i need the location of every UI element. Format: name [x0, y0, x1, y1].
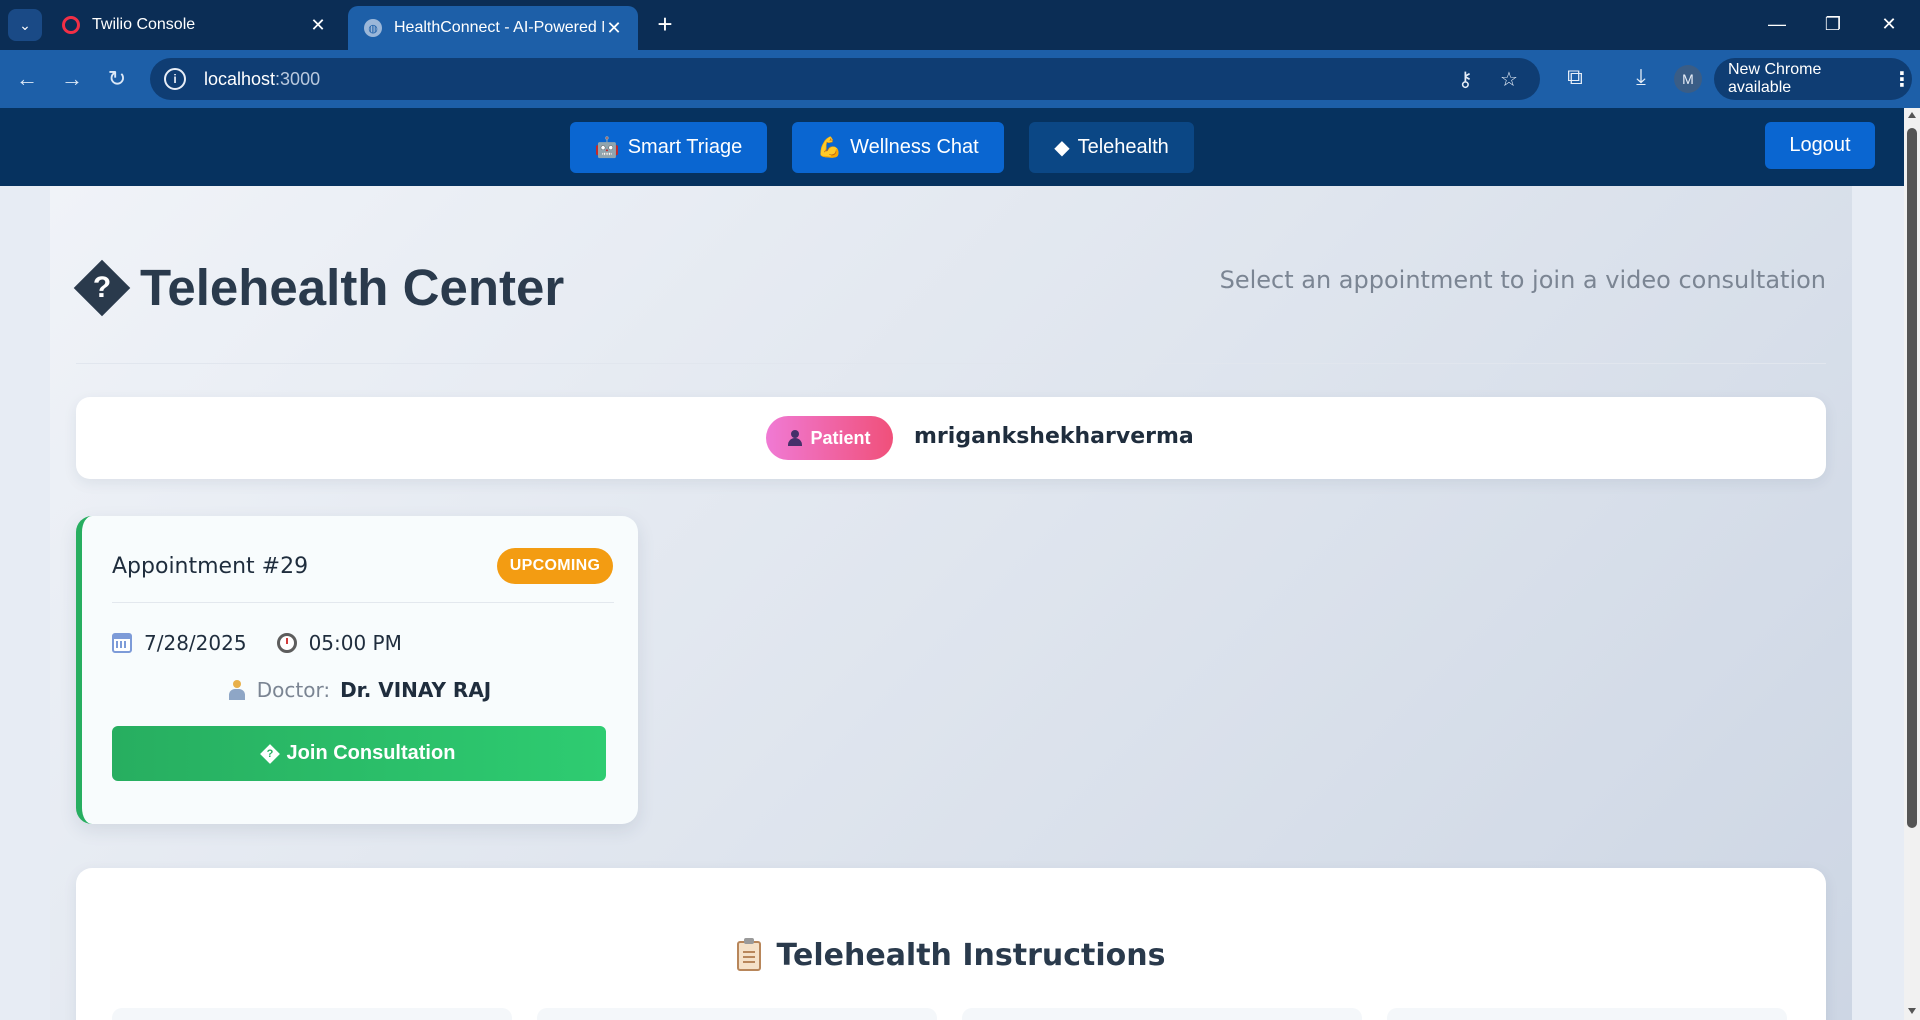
doctor-label: Doctor: — [256, 678, 331, 702]
clock-icon — [276, 633, 297, 653]
username: mrigankshekharverma — [914, 424, 1194, 449]
browser-tab-healthconnect[interactable]: ◍ HealthConnect - AI-Powered Medical ✕ — [348, 6, 638, 50]
unknown-glyph-icon: ◆ — [1054, 137, 1070, 159]
minimize-window-button[interactable]: — — [1754, 8, 1800, 40]
update-label: New Chrome available — [1728, 61, 1822, 96]
appointment-title: Appointment #29 — [112, 554, 309, 579]
appointment-card: Appointment #29 UPCOMING 7/28/2025 05:00… — [76, 516, 638, 824]
clipboard-icon — [736, 937, 761, 971]
bookmark-star-icon[interactable]: ☆ — [1500, 67, 1518, 92]
browser-toolbar: ← → ↻ i localhost:3000 ⚷ ☆ ⧉ ⤓ M New Chr… — [0, 50, 1920, 108]
appointment-date: 7/28/2025 — [144, 631, 247, 655]
nav-label: Telehealth — [1077, 136, 1169, 158]
page-title-text: Telehealth Center — [140, 259, 565, 316]
join-consultation-button[interactable]: ? Join Consultation — [112, 726, 606, 781]
role-label: Patient — [810, 427, 871, 448]
more-menu-icon: ⋮ — [1892, 68, 1912, 91]
profile-avatar[interactable]: M — [1674, 65, 1702, 93]
nav-smart-triage[interactable]: 🤖 Smart Triage — [570, 122, 767, 173]
join-label: Join Consultation — [286, 742, 456, 764]
flexed-biceps-icon: 💪 — [817, 137, 843, 159]
nav-label: Smart Triage — [627, 136, 743, 158]
app-navbar: 🤖 Smart Triage 💪 Wellness Chat ◆ Telehea… — [0, 108, 1904, 186]
robot-icon: 🤖 — [594, 137, 620, 159]
twilio-favicon-icon — [62, 16, 80, 34]
unknown-glyph-icon: ? — [73, 259, 131, 316]
telehealth-content: ? Telehealth Center Select an appointmen… — [50, 186, 1852, 1020]
page-title: ? Telehealth Center — [73, 258, 565, 317]
role-badge: Patient — [766, 416, 893, 460]
calendar-icon — [112, 633, 132, 653]
tab-close-icon[interactable]: ✕ — [604, 18, 624, 39]
site-info-icon[interactable]: i — [164, 68, 186, 90]
back-button[interactable]: ← — [12, 64, 42, 94]
tab-close-icon[interactable]: ✕ — [308, 15, 328, 36]
new-tab-button[interactable]: + — [650, 10, 680, 40]
page-header: ? Telehealth Center Select an appointmen… — [73, 258, 1826, 364]
instructions-title-text: Telehealth Instructions — [776, 938, 1166, 973]
person-icon — [788, 430, 803, 446]
downloads-icon[interactable]: ⤓ — [1626, 64, 1656, 90]
nav-wellness-chat[interactable]: 💪 Wellness Chat — [792, 122, 1004, 173]
instruction-tile — [962, 1008, 1362, 1020]
restore-window-button[interactable]: ❐ — [1810, 8, 1856, 40]
user-info-card: Patient mrigankshekharverma — [76, 397, 1826, 479]
scroll-up-arrow-icon[interactable] — [1908, 112, 1916, 118]
reload-button[interactable]: ↻ — [102, 64, 132, 94]
divider — [112, 602, 614, 603]
appointment-datetime: 7/28/2025 05:00 PM — [112, 631, 402, 655]
browser-tabstrip: ⌄ Twilio Console ✕ ◍ HealthConnect - AI-… — [0, 0, 1920, 50]
page-subtitle: Select an appointment to join a video co… — [1219, 266, 1826, 294]
instructions-title: Telehealth Instructions — [76, 937, 1826, 973]
scrollbar-thumb[interactable] — [1907, 128, 1917, 828]
nav-telehealth[interactable]: ◆ Telehealth — [1029, 122, 1194, 173]
forward-button[interactable]: → — [57, 64, 87, 94]
close-window-button[interactable]: ✕ — [1866, 8, 1912, 40]
page-viewport: 🤖 Smart Triage 💪 Wellness Chat ◆ Telehea… — [0, 108, 1904, 1020]
globe-favicon-icon: ◍ — [364, 19, 382, 37]
scroll-down-arrow-icon[interactable] — [1908, 1008, 1916, 1014]
doctor-row: Doctor: Dr. VINAY RAJ — [82, 678, 638, 702]
doctor-name: Dr. VINAY RAJ — [340, 678, 492, 702]
instructions-card: Telehealth Instructions — [76, 868, 1826, 1020]
nav-label: Wellness Chat — [850, 136, 979, 158]
logout-button[interactable]: Logout — [1765, 122, 1875, 169]
address-url: localhost:3000 — [204, 68, 321, 89]
extensions-icon[interactable]: ⧉ — [1560, 64, 1590, 90]
page-scrollbar[interactable] — [1904, 108, 1920, 1020]
appointment-time: 05:00 PM — [308, 631, 402, 655]
instruction-tile — [1387, 1008, 1787, 1020]
instruction-tile — [537, 1008, 937, 1020]
doctor-icon — [228, 680, 245, 700]
password-key-icon[interactable]: ⚷ — [1458, 67, 1473, 92]
chrome-update-button[interactable]: New Chrome available ⋮ — [1714, 58, 1912, 100]
tab-title: Twilio Console — [92, 16, 196, 33]
unknown-glyph-icon: ? — [259, 743, 280, 764]
browser-tab-twilio[interactable]: Twilio Console ✕ — [46, 7, 342, 43]
instruction-tile — [112, 1008, 512, 1020]
tab-title: HealthConnect - AI-Powered Medical — [394, 19, 604, 36]
status-badge: UPCOMING — [497, 548, 613, 584]
address-bar[interactable]: i localhost:3000 ⚷ ☆ — [150, 58, 1540, 100]
tab-search-button[interactable]: ⌄ — [8, 9, 42, 41]
